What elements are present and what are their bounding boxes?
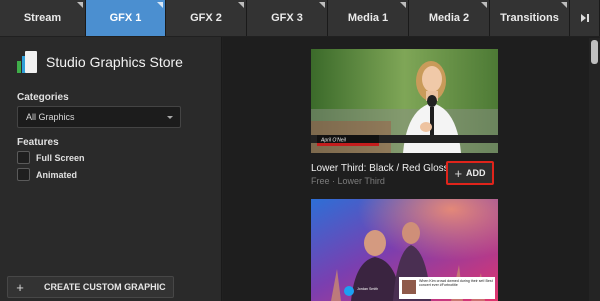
scrollbar-thumb[interactable] — [591, 40, 598, 64]
tab-transitions[interactable]: Transitions — [490, 0, 570, 36]
add-button[interactable]: + ADD — [446, 161, 494, 185]
plus-icon: + — [454, 165, 463, 181]
tab-label: Stream — [23, 12, 62, 24]
tab-corner-icon — [319, 2, 325, 8]
card-subtitle: Free · Lower Third — [311, 176, 385, 186]
feature-full-screen[interactable]: Full Screen — [17, 151, 85, 164]
tab-corner-icon — [400, 2, 406, 8]
animated-checkbox[interactable] — [17, 168, 30, 181]
tab-label: GFX 1 — [109, 12, 142, 24]
add-button-label: ADD — [466, 168, 486, 178]
full-screen-checkbox[interactable] — [17, 151, 30, 164]
store-logo-icon — [17, 51, 37, 73]
tab-label: Transitions — [500, 12, 559, 24]
chevron-down-icon — [167, 116, 173, 119]
tab-gfx-3[interactable]: GFX 3 — [247, 0, 328, 36]
content-scrollbar[interactable] — [589, 38, 600, 301]
tab-label: Media 1 — [347, 12, 389, 24]
tweet-user: Jordan Smith — [357, 287, 379, 291]
create-button-label: CREATE CUSTOM GRAPHIC — [44, 282, 166, 292]
categories-selected-value: All Graphics — [26, 112, 75, 122]
plus-icon: + — [16, 279, 24, 295]
reporter-image: April O'Neil — [311, 49, 498, 153]
graphics-store-sidebar: Studio Graphics Store Categories All Gra… — [0, 37, 222, 301]
tab-corner-icon — [238, 2, 244, 8]
tab-corner-icon — [481, 2, 487, 8]
tab-gfx-2[interactable]: GFX 2 — [166, 0, 247, 36]
lower-third-thumbnail[interactable]: April O'Neil — [311, 49, 498, 153]
categories-select[interactable]: All Graphics — [17, 106, 181, 128]
tab-media-1[interactable]: Media 1 — [328, 0, 409, 36]
lower-third-name-text: April O'Neil — [320, 138, 347, 144]
feature-label: Animated — [36, 169, 78, 180]
concert-image: When Kim crowd dwmed during their set! B… — [311, 199, 498, 301]
tab-label: GFX 3 — [271, 12, 303, 24]
twitter-bird-icon — [344, 286, 354, 296]
tab-label: GFX 2 — [190, 12, 222, 24]
tab-stream[interactable]: Stream — [0, 0, 86, 36]
feature-label: Full Screen — [36, 152, 85, 163]
tab-corner-icon — [561, 2, 567, 8]
tab-gfx-1[interactable]: GFX 1 — [86, 0, 166, 36]
tab-corner-icon — [77, 2, 83, 8]
store-title: Studio Graphics Store — [46, 54, 183, 70]
feature-animated[interactable]: Animated — [17, 168, 77, 181]
store-header: Studio Graphics Store — [17, 51, 183, 73]
tab-media-2[interactable]: Media 2 — [409, 0, 490, 36]
create-custom-graphic-button[interactable]: + CREATE CUSTOM GRAPHIC — [7, 276, 174, 298]
tab-scroll-next-button[interactable] — [570, 0, 600, 36]
categories-label: Categories — [17, 92, 69, 103]
tab-label: Media 2 — [428, 12, 470, 24]
skip-forward-icon — [580, 14, 589, 22]
social-overlay-thumbnail[interactable]: When Kim crowd dwmed during their set! B… — [311, 199, 498, 301]
tab-bar: Stream GFX 1 GFX 2 GFX 3 Media 1 Media 2… — [0, 0, 600, 36]
tweet-text: When Kim crowd dwmed during their set! B… — [419, 279, 493, 288]
card-title: Lower Third: Black / Red Gloss — [311, 163, 449, 174]
tab-corner-icon — [157, 2, 163, 8]
features-label: Features — [17, 137, 59, 148]
